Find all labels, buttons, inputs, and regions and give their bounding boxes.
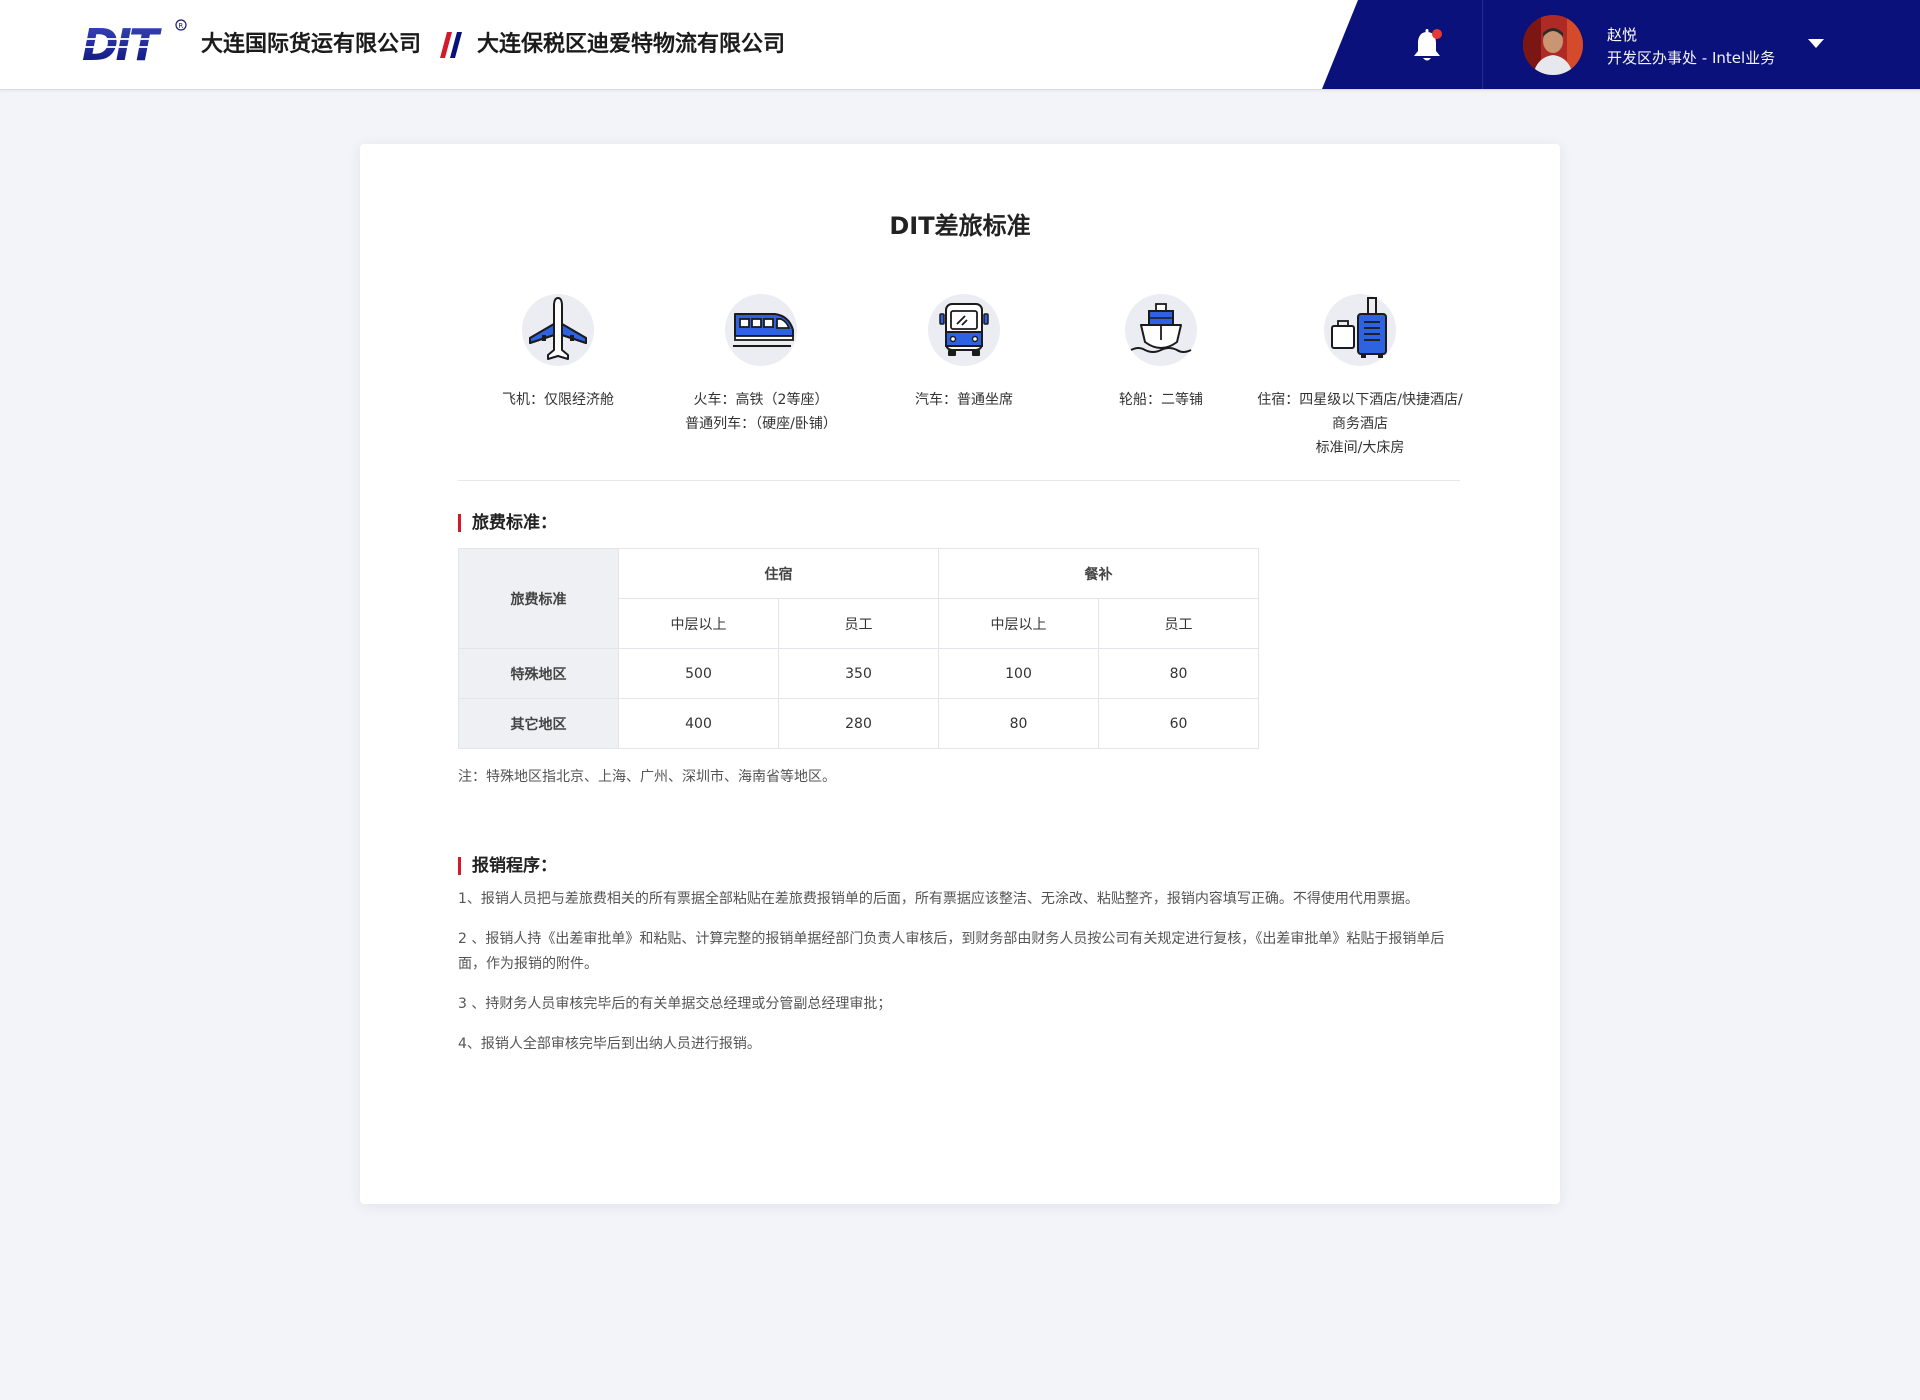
transport-bus: 汽车：普通坐席 [854, 294, 1074, 412]
fee-note: 注：特殊地区指北京、上海、广州、深圳市、海南省等地区。 [458, 769, 836, 785]
train-icon [725, 294, 797, 366]
top-header: DIT R 大连国际货运有限公司 大连保税区迪爱特物流有限公司 赵悦 开发区办事… [0, 0, 1920, 90]
slash-separator-icon [440, 32, 462, 58]
table-group-header: 住宿 [618, 548, 939, 599]
table-header-row: 旅费标准 住宿 餐补 [458, 548, 1259, 649]
company-name-2: 大连保税区迪爱特物流有限公司 [477, 32, 786, 57]
ship-icon [1125, 294, 1197, 366]
fee-section-title: 旅费标准： [458, 512, 557, 534]
table-cell: 400 [618, 698, 779, 749]
table-row: 特殊地区 500 350 100 80 [458, 648, 1259, 699]
company-name-1: 大连国际货运有限公司 [201, 32, 422, 57]
svg-text:DIT: DIT [82, 20, 162, 66]
transport-train: 火车：高铁（2等座） 普通列车：（硬座/卧铺） [651, 294, 871, 436]
bus-icon [928, 294, 1000, 366]
table-group-header: 餐补 [938, 548, 1259, 599]
transport-hotel: 住宿：四星级以下酒店/快捷酒店/ 商务酒店 标准间/大床房 [1250, 294, 1470, 460]
bell-icon[interactable] [1409, 26, 1445, 66]
procedure-item: 4、报销人全部审核完毕后到出纳人员进行报销。 [458, 1036, 761, 1052]
table-cell: 80 [1098, 648, 1259, 699]
table-row-label: 特殊地区 [458, 648, 619, 699]
table-subheader: 中层以上 [938, 598, 1099, 649]
table-subheader: 中层以上 [618, 598, 779, 649]
transport-ship: 轮船：二等铺 [1051, 294, 1271, 412]
procedure-item: 3 、持财务人员审核完毕后的有关单据交总经理或分管副总经理审批； [458, 996, 892, 1012]
section-divider [458, 480, 1460, 481]
table-cell: 60 [1098, 698, 1259, 749]
transport-label: 住宿：四星级以下酒店/快捷酒店/ 商务酒店 标准间/大床房 [1257, 392, 1463, 456]
transport-label: 汽车：普通坐席 [915, 392, 1013, 408]
fee-standard-table: 旅费标准 住宿 餐补 中层以上 员工 中层以上 员工 特殊地区 500 350 … [458, 548, 1259, 749]
table-row: 其它地区 400 280 80 60 [458, 698, 1259, 749]
nav-divider [1482, 0, 1483, 89]
user-department[interactable]: 开发区办事处 - Intel业务 [1607, 47, 1775, 68]
table-cell: 100 [938, 648, 1099, 699]
transport-label: 飞机：仅限经济舱 [502, 392, 614, 408]
table-cell: 500 [618, 648, 779, 699]
table-row-label: 其它地区 [458, 698, 619, 749]
procedure-item: 1、报销人员把与差旅费相关的所有票据全部粘贴在差旅费报销单的后面，所有票据应该整… [458, 891, 1419, 907]
table-cell: 350 [778, 648, 939, 699]
user-name[interactable]: 赵悦 [1607, 24, 1637, 45]
procedure-item: 2 、报销人持《出差审批单》和粘贴、计算完整的报销单据经部门负责人审核后，到财务… [458, 931, 1445, 972]
airplane-icon [522, 294, 594, 366]
transport-label: 轮船：二等铺 [1119, 392, 1203, 408]
transport-airplane: 飞机：仅限经济舱 [448, 294, 668, 412]
table-cell: 80 [938, 698, 1099, 749]
dit-logo[interactable]: DIT R [80, 16, 188, 66]
page-title: DIT差旅标准 [889, 212, 1031, 240]
procedure-section-title: 报销程序： [458, 855, 557, 877]
table-corner-cell: 旅费标准 [458, 548, 619, 649]
luggage-icon [1324, 294, 1396, 366]
svg-text:R: R [178, 22, 183, 30]
table-cell: 280 [778, 698, 939, 749]
avatar[interactable] [1523, 15, 1583, 75]
chevron-down-icon[interactable] [1808, 39, 1824, 48]
table-subheader: 员工 [1098, 598, 1259, 649]
table-subheader: 员工 [778, 598, 939, 649]
content-card: DIT差旅标准 飞机：仅限经济舱 火车：高铁（2等座） 普通列车：（硬座/卧铺）… [360, 144, 1560, 1204]
avatar-photo [1523, 15, 1583, 75]
transport-label: 火车：高铁（2等座） 普通列车：（硬座/卧铺） [685, 392, 837, 432]
